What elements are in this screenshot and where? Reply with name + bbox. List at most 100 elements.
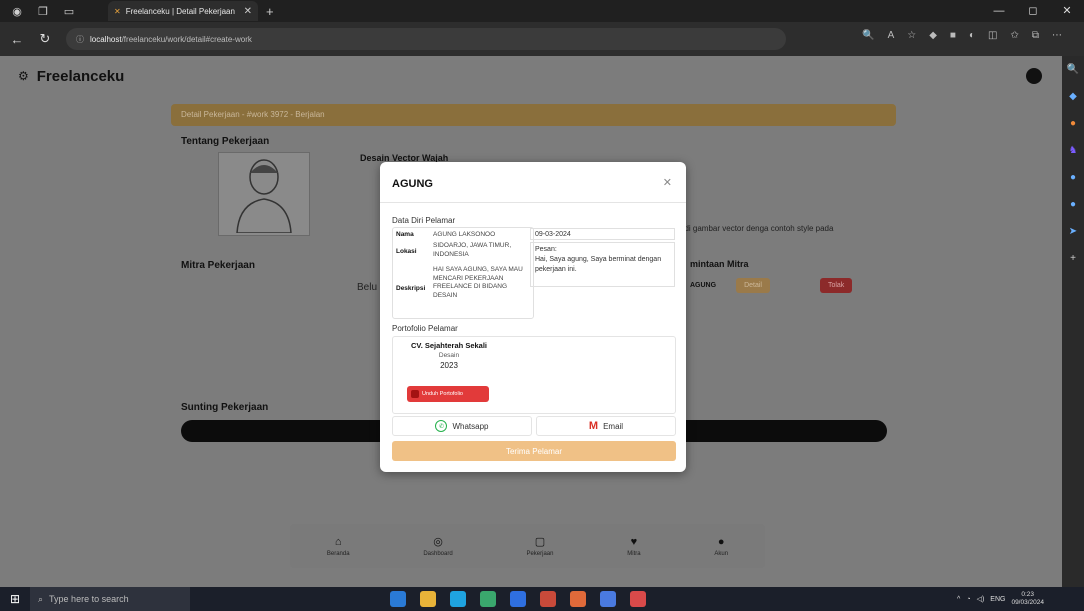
sidebar-tag-icon[interactable]: ◆ [1069, 91, 1077, 102]
modal-title: AGUNG [392, 178, 433, 190]
permintaan-name: AGUNG [690, 282, 717, 289]
sidebar-send-icon[interactable]: ➤ [1069, 226, 1077, 237]
download-portfolio-label: Unduh Portofolio [422, 391, 463, 397]
brand-name[interactable]: Freelanceku [37, 68, 125, 85]
sidebar-add-icon[interactable]: + [1070, 253, 1076, 264]
chrome-icon[interactable] [510, 591, 526, 607]
close-icon[interactable]: ✕ [663, 176, 672, 189]
tolak-button[interactable]: Tolak [819, 278, 853, 293]
whatsapp-button[interactable]: ✆ Whatsapp [392, 416, 532, 436]
about-section-title: Tentang Pekerjaan [181, 136, 270, 147]
lokasi-value: SIDOARJO, JAWA TIMUR, INDONESIA [433, 242, 512, 258]
tab-close-icon[interactable]: ✕ [244, 6, 252, 17]
nav-item-beranda[interactable]: ⌂ Beranda [327, 536, 350, 557]
extension-icon[interactable]: ◆ [929, 30, 937, 41]
tab-favicon-icon: ✕ [114, 6, 121, 16]
pdf-icon [411, 390, 419, 398]
app-icon[interactable] [480, 591, 496, 607]
favorites-icon[interactable]: ✩ [1010, 30, 1018, 41]
info-icon: ⓘ [76, 34, 84, 44]
split-screen-icon[interactable]: ◫ [988, 30, 997, 41]
zoom-icon[interactable]: 🔍 [862, 30, 874, 41]
back-button[interactable]: ← [6, 32, 28, 47]
windows-taskbar: ⊞ ⌕ Type here to search ^ ◔ ◁) ENG 0:23 … [0, 587, 1084, 611]
tab-actions-icon[interactable]: ▭ [60, 4, 78, 18]
bottom-nav: ⌂ Beranda ◎ Dashboard ▢ Pekerjaan ♥ Mitr… [290, 524, 765, 568]
sidebar-office-icon[interactable]: ● [1070, 172, 1076, 183]
whatsapp-label: Whatsapp [452, 421, 489, 431]
more-menu-icon[interactable]: ⋯ [1052, 30, 1062, 41]
brand-logo-icon: ⚙ [18, 69, 29, 83]
close-window-button[interactable]: ✕ [1050, 0, 1084, 22]
vscode-icon[interactable] [390, 591, 406, 607]
browser-profile-icon[interactable]: ◉ [8, 4, 26, 18]
app2-icon[interactable] [540, 591, 556, 607]
avatar[interactable] [1026, 68, 1042, 84]
file-explorer-icon[interactable] [420, 591, 436, 607]
collections2-icon[interactable]: ⧉ [1032, 30, 1039, 41]
applicant-modal: AGUNG ✕ Data Diri Pelamar Nama AGUNG LAK… [380, 162, 686, 472]
email-button[interactable]: M Email [536, 416, 676, 436]
nav-item-pekerjaan[interactable]: ▢ Pekerjaan [526, 535, 553, 557]
applicant-info-box: Nama AGUNG LAKSONOO Lokasi SIDOARJO, JAW… [392, 227, 534, 319]
portfolio-year: 2023 [440, 361, 458, 370]
nav-item-dashboard[interactable]: ◎ Dashboard [423, 535, 452, 557]
message-text: Hai, Saya agung, Saya berminat dengan pe… [535, 256, 662, 273]
nama-key: Nama [396, 231, 414, 238]
portfolio-category: Desain [438, 352, 460, 359]
briefcase-icon: ▢ [534, 536, 546, 548]
nav-item-mitra[interactable]: ♥ Mitra [627, 536, 640, 557]
taskbar-search-input[interactable]: ⌕ Type here to search [30, 587, 190, 611]
maximize-button[interactable]: ◻ [1016, 0, 1050, 22]
email-label: Email [603, 421, 624, 431]
job-description-text: adi gambar vector denga contoh style pad… [680, 224, 834, 233]
nav-label: Dashboard [423, 551, 453, 557]
favorite-star-icon[interactable]: ☆ [907, 30, 916, 41]
mitra-empty-text: Belu [357, 282, 378, 293]
tab-title: Freelanceku | Detail Pekerjaan [125, 6, 235, 16]
nav-label: Pekerjaan [526, 551, 554, 557]
workspaces-icon[interactable]: ❐ [34, 4, 52, 18]
search-icon: ⌕ [38, 593, 44, 604]
nav-item-akun[interactable]: ● Akun [714, 536, 728, 557]
applicant-data-label: Data Diri Pelamar [392, 216, 456, 225]
read-aloud-icon[interactable]: A [888, 30, 895, 41]
app5-icon[interactable] [630, 591, 646, 607]
minimize-button[interactable]: — [982, 0, 1016, 22]
dashboard-icon: ◎ [433, 536, 443, 548]
tray-chevron-icon[interactable]: ^ [957, 596, 960, 603]
address-bar-row: ← ↻ ⓘ localhost/freelanceku/work/detail#… [0, 22, 1084, 56]
accept-applicant-button[interactable]: Terima Pelamar [392, 441, 676, 461]
url-input[interactable]: ⓘ localhost/freelanceku/work/detail#crea… [66, 28, 786, 50]
refresh-button[interactable]: ↻ [34, 31, 56, 47]
applied-date: 09-03-2024 [530, 228, 675, 240]
browser-tab[interactable]: ✕ Freelanceku | Detail Pekerjaan ✕ [108, 1, 258, 21]
search-placeholder: Type here to search [49, 594, 129, 604]
new-tab-button[interactable]: + [266, 4, 274, 19]
edge-icon[interactable] [450, 591, 466, 607]
app-header: ⚙ Freelanceku [0, 56, 1062, 96]
message-box: Pesan: Hai, Saya agung, Saya berminat de… [530, 242, 675, 287]
status-banner: Detail Pekerjaan - #work 3972 - Berjalan [171, 104, 896, 126]
gmail-icon: M [588, 420, 599, 432]
contact-row: ✆ Whatsapp M Email [392, 416, 676, 436]
sidebar-outlook-icon[interactable]: ● [1070, 199, 1076, 210]
job-reference-image [218, 152, 310, 236]
portfolio-company: CV. Sejahterah Sekali [410, 341, 487, 350]
sidebar-games-icon[interactable]: ♞ [1069, 145, 1078, 156]
nama-value: AGUNG LAKSONOO [433, 231, 496, 238]
copilot-icon[interactable]: ◐ [969, 30, 975, 41]
app3-icon[interactable] [570, 591, 586, 607]
download-portfolio-button[interactable]: Unduh Portofolio [407, 386, 489, 402]
language-indicator[interactable]: ENG [990, 596, 1005, 603]
nav-label: Akun [714, 550, 729, 557]
windows-start-icon[interactable]: ⊞ [0, 592, 30, 606]
sidebar-shopping-icon[interactable]: ● [1070, 118, 1076, 129]
sidebar-search-icon[interactable]: 🔍 [1067, 64, 1079, 75]
app4-icon[interactable] [600, 591, 616, 607]
collections-icon[interactable]: ■ [950, 30, 956, 41]
detail-button[interactable]: Detail [736, 278, 770, 293]
network-icon[interactable]: ◔ [966, 596, 970, 603]
clock[interactable]: 0:23 09/03/2024 [1011, 591, 1044, 607]
volume-icon[interactable]: ◁) [977, 595, 985, 603]
